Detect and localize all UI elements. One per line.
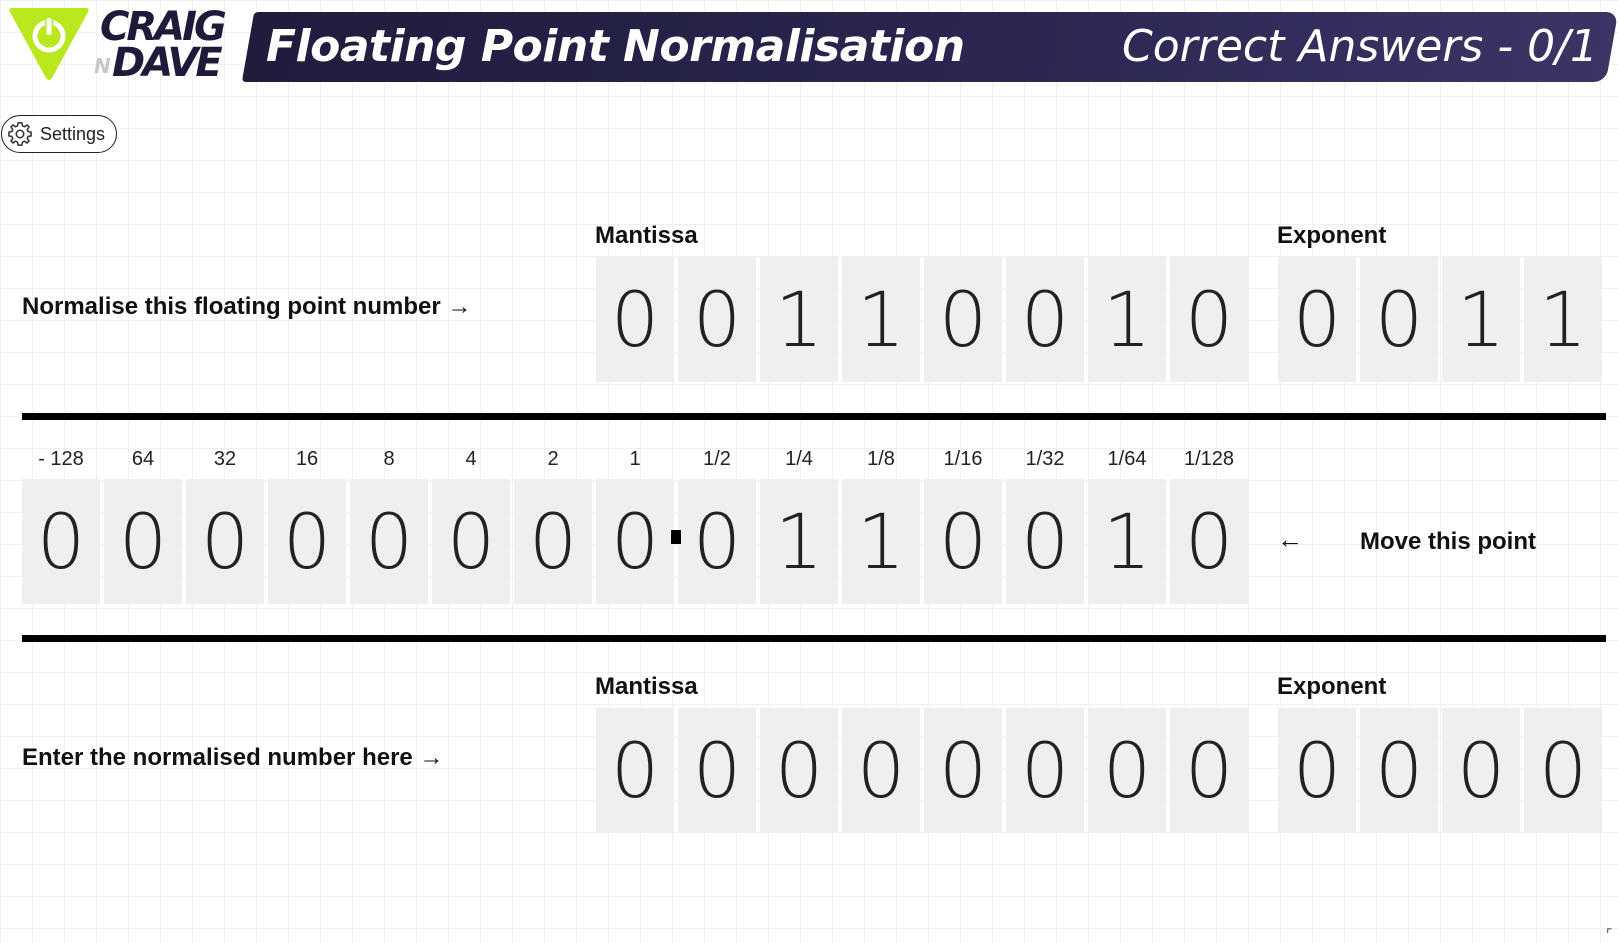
settings-button[interactable]: Settings [1, 115, 117, 153]
place-value: 32 [213, 448, 237, 470]
place-value: 1/128 [1183, 448, 1235, 470]
answer-prompt: Enter the normalised number here → [22, 744, 444, 771]
question-exponent-bit: 1 [1524, 257, 1602, 382]
answer-mantissa-bit[interactable]: 0 [842, 708, 920, 833]
question-mantissa-bit: 0 [596, 257, 674, 382]
answer-mantissa-label: Mantissa [595, 673, 698, 700]
page-title: Floating Point Normalisation [266, 21, 965, 72]
question-exponent-bit: 0 [1278, 257, 1356, 382]
answer-mantissa-bit[interactable]: 0 [760, 708, 838, 833]
brand-logo: CRAIG N DAVE [94, 6, 246, 86]
place-value: 1/4 [785, 448, 813, 470]
question-mantissa-bit: 0 [1170, 257, 1248, 382]
answer-mantissa-bit[interactable]: 0 [924, 708, 1002, 833]
place-value: 1/8 [867, 448, 895, 470]
score-counter: Correct Answers - 0/1 [1122, 21, 1598, 72]
answer-exponent-bit[interactable]: 0 [1360, 708, 1438, 833]
brand-dave: DAVE [112, 40, 223, 86]
question-mantissa-bit: 0 [924, 257, 1002, 382]
question-mantissa-bit: 0 [678, 257, 756, 382]
question-exponent-bit: 1 [1442, 257, 1520, 382]
answer-mantissa-bit[interactable]: 0 [1006, 708, 1084, 833]
working-bit: 0 [924, 479, 1002, 604]
answer-mantissa-bit[interactable]: 0 [678, 708, 756, 833]
settings-label: Settings [40, 123, 106, 144]
place-value: 2 [547, 448, 559, 470]
question-mantissa-bit: 1 [1088, 257, 1166, 382]
place-value: 8 [383, 448, 395, 470]
section-divider-bottom [22, 635, 1606, 642]
gear-icon [8, 122, 32, 146]
working-bit: 0 [22, 479, 100, 604]
working-bits: 0 0 0 0 0 0 0 0 0 1 1 0 0 1 0 [22, 479, 1248, 604]
place-value: 1/32 [1025, 448, 1065, 470]
working-bit: 0 [350, 479, 428, 604]
place-value: 1/2 [703, 448, 731, 470]
question-prompt: Normalise this floating point number → [22, 293, 472, 320]
section-divider-top [22, 413, 1606, 420]
place-value: 16 [295, 448, 319, 470]
question-mantissa-label: Mantissa [595, 222, 698, 249]
question-exponent-bit: 0 [1360, 257, 1438, 382]
working-bit: 0 [104, 479, 182, 604]
power-logo-icon [9, 8, 89, 80]
working-bit: 0 [596, 479, 674, 604]
place-value: 64 [131, 448, 155, 470]
answer-exponent-bits: 0 0 0 0 [1278, 708, 1602, 833]
brand-n: N [94, 54, 111, 78]
working-bit: 0 [186, 479, 264, 604]
answer-mantissa-bits: 0 0 0 0 0 0 0 0 [596, 708, 1248, 833]
left-arrow-icon: ← [1277, 524, 1303, 554]
answer-exponent-bit[interactable]: 0 [1524, 708, 1602, 833]
answer-mantissa-bit[interactable]: 0 [1088, 708, 1166, 833]
place-value: 1/16 [943, 448, 983, 470]
working-bit: 0 [678, 479, 756, 604]
working-bit: 0 [1006, 479, 1084, 604]
place-values-row: - 128 64 32 16 8 4 2 1 1/2 1/4 1/8 1/16 … [22, 448, 1248, 471]
working-bit: 0 [514, 479, 592, 604]
answer-mantissa-bit[interactable]: 0 [596, 708, 674, 833]
question-exponent-bits: 0 0 1 1 [1278, 257, 1602, 382]
question-mantissa-bit: 1 [760, 257, 838, 382]
move-point-label: Move this point [1360, 528, 1536, 555]
place-value: 1/64 [1107, 448, 1147, 470]
answer-exponent-label: Exponent [1277, 673, 1387, 700]
question-mantissa-bit: 0 [1006, 257, 1084, 382]
binary-point-handle[interactable] [671, 530, 681, 544]
working-bit: 1 [1088, 479, 1166, 604]
answer-mantissa-bit[interactable]: 0 [1170, 708, 1248, 833]
working-bit: 1 [842, 479, 920, 604]
place-value: - 128 [38, 448, 84, 470]
place-value: 4 [465, 448, 477, 470]
working-bit: 0 [268, 479, 346, 604]
resize-corner-icon: ⌜ [1606, 926, 1613, 942]
answer-exponent-bit[interactable]: 0 [1278, 708, 1356, 833]
working-bit: 0 [432, 479, 510, 604]
answer-exponent-bit[interactable]: 0 [1442, 708, 1520, 833]
working-bit: 1 [760, 479, 838, 604]
working-bit: 0 [1170, 479, 1248, 604]
question-exponent-label: Exponent [1277, 222, 1387, 249]
place-value: 1 [629, 448, 641, 470]
question-mantissa-bits: 0 0 1 1 0 0 1 0 [596, 257, 1248, 382]
question-mantissa-bit: 1 [842, 257, 920, 382]
